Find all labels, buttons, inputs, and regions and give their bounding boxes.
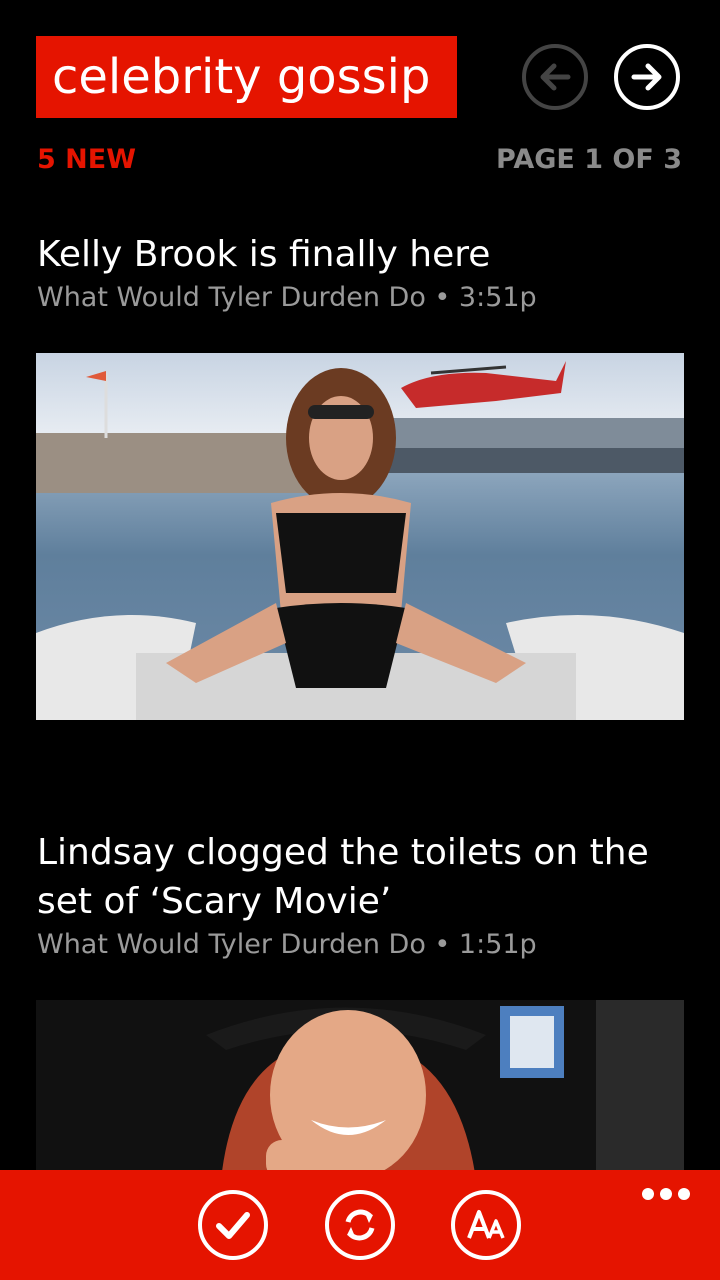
more-options-button[interactable] xyxy=(642,1188,690,1202)
check-icon xyxy=(216,1212,250,1239)
next-page-button[interactable] xyxy=(614,44,680,110)
previous-page-button[interactable] xyxy=(522,44,588,110)
article-title[interactable]: Lindsay clogged the toilets on the set o… xyxy=(37,828,685,926)
page-indicator: PAGE 1 OF 3 xyxy=(496,144,682,175)
article-title[interactable]: Kelly Brook is finally here xyxy=(37,230,685,279)
page-title: celebrity gossip xyxy=(36,36,457,118)
new-count: 5 NEW xyxy=(37,144,137,175)
text-size-icon xyxy=(467,1210,505,1239)
refresh-icon xyxy=(345,1209,375,1241)
app-bar xyxy=(0,1170,720,1280)
photo-woman-in-hat xyxy=(206,1000,684,1180)
photo-woman-on-boat xyxy=(36,361,684,720)
article-item[interactable]: Kelly Brook is finally here What Would T… xyxy=(37,230,685,317)
article-item[interactable]: Lindsay clogged the toilets on the set o… xyxy=(37,828,685,964)
article-meta: What Would Tyler Durden Do • 1:51p xyxy=(37,929,537,960)
article-meta: What Would Tyler Durden Do • 3:51p xyxy=(37,282,537,313)
text-size-button[interactable] xyxy=(451,1190,521,1260)
ellipsis-icon xyxy=(642,1188,654,1200)
arrow-left-icon xyxy=(540,63,571,91)
refresh-button[interactable] xyxy=(325,1190,395,1260)
article-image[interactable] xyxy=(36,353,684,720)
article-image[interactable] xyxy=(36,1000,684,1180)
arrow-right-icon xyxy=(631,63,662,91)
mark-read-button[interactable] xyxy=(198,1190,268,1260)
